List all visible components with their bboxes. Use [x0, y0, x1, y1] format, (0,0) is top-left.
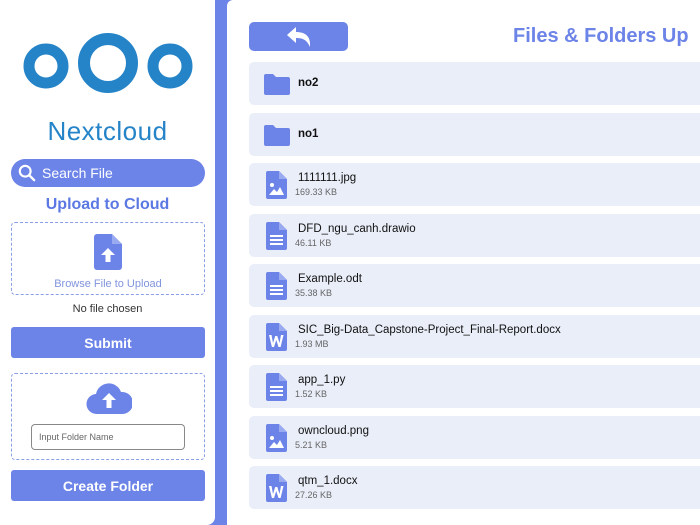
text-file-icon	[263, 221, 291, 250]
file-row[interactable]: DFD_ngu_canh.drawio 46.11 KB	[249, 213, 700, 257]
folder-icon	[263, 70, 291, 98]
item-name[interactable]: owncloud.png	[298, 425, 369, 437]
file-row[interactable]: app_1.py 1.52 KB	[249, 365, 700, 408]
item-size: 169.33 KB	[295, 187, 338, 197]
item-name[interactable]: 1111111.jpg	[298, 172, 356, 184]
word-file-icon	[263, 322, 291, 351]
cloud-upload-icon	[86, 383, 132, 415]
item-size: 1.52 KB	[295, 389, 328, 399]
logo-text: Nextcloud	[47, 116, 168, 146]
item-size: 46.11 KB	[295, 237, 332, 248]
folder-icon	[263, 121, 291, 149]
file-row[interactable]: 1111111.jpg 169.33 KB	[249, 163, 700, 206]
item-name[interactable]: DFD_ngu_canh.drawio	[298, 223, 416, 235]
item-name[interactable]: no1	[298, 128, 318, 140]
folder-name-input[interactable]	[31, 424, 185, 450]
create-folder-panel	[11, 373, 205, 460]
image-file-icon	[263, 171, 291, 199]
search-input[interactable]	[42, 165, 192, 181]
file-upload-icon	[94, 234, 122, 270]
nextcloud-logo-icon	[23, 33, 193, 93]
item-name[interactable]: qtm_1.docx	[298, 475, 357, 487]
image-file-icon	[263, 423, 291, 452]
text-file-icon	[263, 373, 291, 401]
word-file-icon	[263, 474, 291, 502]
item-name[interactable]: no2	[298, 77, 318, 89]
search-bar[interactable]	[11, 159, 205, 187]
item-size: 5.21 KB	[295, 439, 328, 450]
main-panel: Files & Folders Up no2 no1 1111111.jpg 169.…	[227, 0, 700, 525]
file-row[interactable]: SIC_Big-Data_Capstone-Project_Final-Repo…	[249, 314, 700, 358]
item-size: 27.26 KB	[295, 490, 333, 500]
file-row[interactable]: owncloud.png 5.21 KB	[249, 415, 700, 459]
no-file-status: No file chosen	[72, 303, 143, 315]
search-icon	[18, 164, 36, 182]
sidebar: Nextcloud Upload to Cloud Browse File to…	[0, 0, 215, 525]
file-row[interactable]: Example.odt 35.38 KB	[249, 264, 700, 307]
text-file-icon	[263, 272, 291, 300]
submit-button[interactable]: Submit	[11, 327, 205, 358]
create-folder-button[interactable]: Create Folder	[11, 470, 205, 501]
back-button[interactable]	[249, 22, 348, 51]
item-name[interactable]: SIC_Big-Data_Capstone-Project_Final-Repo…	[298, 324, 561, 336]
back-arrow-icon	[286, 26, 310, 47]
folder-row[interactable]: no1	[249, 112, 700, 156]
item-name[interactable]: app_1.py	[298, 374, 345, 386]
item-name[interactable]: Example.odt	[298, 273, 362, 285]
page-title: Files & Folders Up	[513, 25, 689, 47]
item-size: 35.38 KB	[295, 288, 333, 298]
folder-row[interactable]: no2	[249, 62, 700, 105]
item-size: 1.93 MB	[295, 338, 329, 349]
browse-file-label[interactable]: Browse File to Upload	[12, 278, 204, 290]
file-row[interactable]: qtm_1.docx 27.26 KB	[249, 466, 700, 509]
upload-dropzone[interactable]: Browse File to Upload	[11, 222, 205, 295]
upload-title: Upload to Cloud	[45, 196, 170, 213]
